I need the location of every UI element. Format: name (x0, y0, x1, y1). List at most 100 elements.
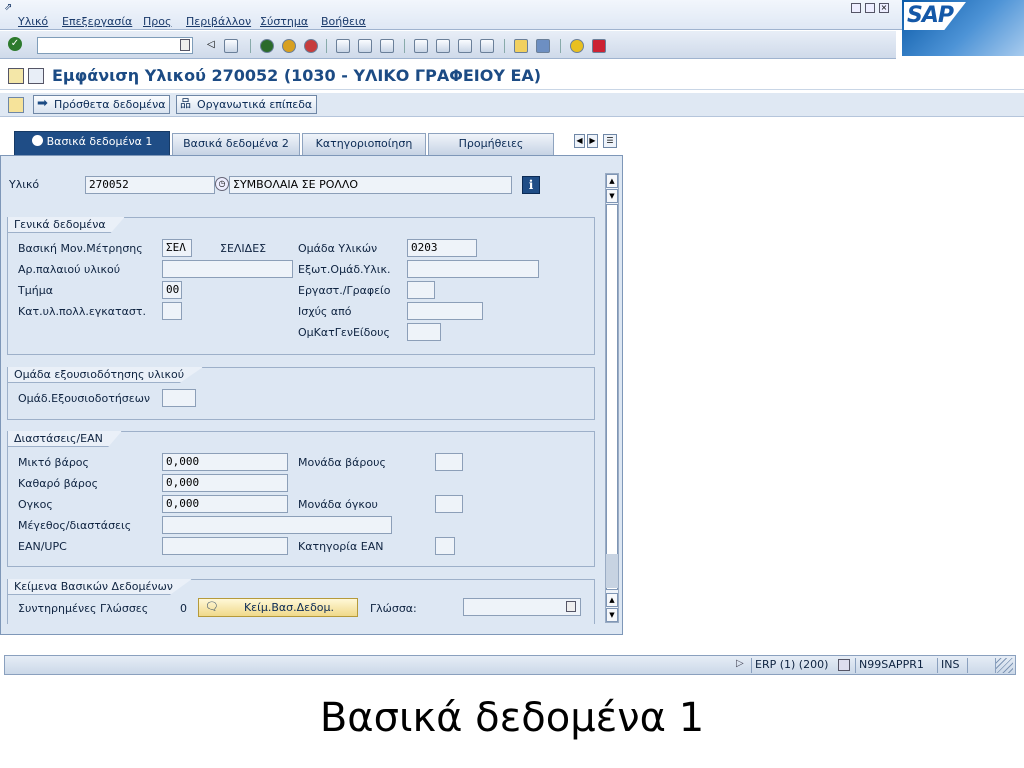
first-page-icon[interactable] (414, 39, 428, 53)
other-material-icon[interactable] (8, 68, 24, 84)
menu-bar: ⇗ Υλικό Επεξεργασία Προς Περιβάλλον Σύστ… (0, 0, 1024, 30)
find-next-icon[interactable] (380, 39, 394, 53)
org-levels-button[interactable]: 品 Οργανωτικά επίπεδα (176, 95, 318, 114)
net-weight-field[interactable]: 0,000 (162, 474, 288, 492)
resize-grip-icon[interactable] (995, 658, 1013, 673)
scroll-down-icon[interactable]: ▼ (606, 608, 618, 622)
menu-edit[interactable]: Επεξεργασία (62, 15, 132, 28)
find-icon[interactable] (358, 39, 372, 53)
tab-active-icon (31, 135, 43, 146)
material-label: Υλικό (9, 178, 40, 191)
vertical-scrollbar[interactable]: ▲ ▼ ▲ ▼ (605, 173, 619, 623)
status-expand-icon[interactable]: ▷ (736, 658, 744, 669)
volume-unit-field[interactable] (435, 495, 463, 513)
title-bar: Εμφάνιση Υλικού 270052 (1030 - ΥΛΙΚΟ ΓΡΑ… (0, 62, 1024, 90)
material-status-icon[interactable]: ◷ (215, 177, 229, 191)
valid-from-field[interactable] (407, 302, 483, 320)
net-weight-label: Καθαρό βάρος (18, 477, 99, 490)
base-uom-field[interactable]: ΣΕΛ (162, 239, 192, 257)
lab-office-field[interactable] (407, 281, 435, 299)
tab-classification[interactable]: Κατηγοριοποίηση (302, 133, 426, 155)
gross-weight-label: Μικτό βάρος (18, 456, 89, 469)
tab-purchasing[interactable]: Προμήθειες (428, 133, 554, 155)
material-number-field[interactable]: 270052 (85, 176, 215, 194)
more-data-label: Πρόσθετα δεδομένα (54, 98, 166, 111)
cancel-icon[interactable] (304, 39, 318, 53)
old-material-label: Αρ.παλαιού υλικού (18, 263, 121, 276)
sap-logo: SAP (902, 0, 1024, 56)
dropdown-icon[interactable] (566, 601, 576, 612)
slide-caption: Βασικά δεδομένα 1 (319, 695, 705, 741)
ean-upc-field[interactable] (162, 537, 288, 555)
auth-group-label: Ομάδ.Εξουσιοδοτήσεων (18, 392, 151, 405)
scroll-thumb[interactable] (606, 554, 618, 588)
menu-icon[interactable]: ⇗ (4, 2, 12, 13)
status-bar: ▷ ERP (1) (200) N99SAPPR1 INS (4, 655, 1016, 675)
material-description-field[interactable]: ΣΥΜΒΟΛΑΙΑ ΣΕ ΡΟΛΛΟ (229, 176, 512, 194)
old-material-field[interactable] (162, 260, 293, 278)
tab-panel: Υλικό 270052 ◷ ΣΥΜΒΟΛΑΙΑ ΣΕ ΡΟΛΛΟ i Γενι… (0, 155, 623, 635)
help-icon[interactable] (570, 39, 584, 53)
material-group-field[interactable]: 0203 (407, 239, 477, 257)
scroll-up-icon[interactable]: ▲ (606, 593, 618, 607)
minimize-icon[interactable] (851, 3, 861, 13)
menu-environment[interactable]: Περιβάλλον (186, 15, 251, 28)
ext-material-group-field[interactable] (407, 260, 539, 278)
select-views-icon[interactable] (8, 97, 24, 113)
org-levels-label: Οργανωτικά επίπεδα (197, 98, 313, 111)
x-plant-status-field[interactable] (162, 302, 182, 320)
tab-list-icon[interactable]: ☰ (603, 134, 617, 148)
close-icon[interactable]: × (879, 3, 889, 13)
layout-icon[interactable] (592, 39, 606, 53)
command-field[interactable] (37, 37, 193, 54)
toolbar-separator (404, 39, 405, 53)
exit-icon[interactable] (282, 39, 296, 53)
menu-goto[interactable]: Προς (143, 15, 171, 28)
menu-material[interactable]: Υλικό (18, 15, 48, 28)
check-icon[interactable]: ✓ (8, 37, 22, 51)
print-icon[interactable] (336, 39, 350, 53)
save-icon[interactable] (224, 39, 238, 53)
gen-item-category-field[interactable] (407, 323, 441, 341)
toolbar-separator (504, 39, 505, 53)
basic-data-text-button[interactable]: 🗨 Κείμ.Βασ.Δεδομ. (198, 598, 358, 617)
group-title: Κείμενα Βασικών Δεδομένων (8, 579, 192, 595)
menu-system[interactable]: Σύστημα (260, 15, 308, 28)
tab-basic-data-2[interactable]: Βασικά δεδομένα 2 (172, 133, 300, 155)
more-data-button[interactable]: ➡ Πρόσθετα δεδομένα (33, 95, 171, 114)
group-title: Γενικά δεδομένα (8, 217, 125, 233)
tab-strip: Βασικά δεδομένα 1 Βασικά δεδομένα 2 Κατη… (0, 131, 622, 155)
system-list-icon[interactable] (838, 659, 850, 671)
prev-page-icon[interactable] (436, 39, 450, 53)
new-session-icon[interactable] (514, 39, 528, 53)
division-field[interactable]: 00 (162, 281, 182, 299)
basic-data-texts-group: Κείμενα Βασικών Δεδομένων Συντηρημένες Γ… (7, 579, 595, 624)
weight-unit-field[interactable] (435, 453, 463, 471)
info-icon[interactable]: i (522, 176, 540, 194)
ean-category-field[interactable] (435, 537, 455, 555)
tab-prev-icon[interactable]: ◀ (574, 134, 585, 148)
maximize-icon[interactable] (865, 3, 875, 13)
last-page-icon[interactable] (480, 39, 494, 53)
tab-next-icon[interactable]: ▶ (587, 134, 598, 148)
tab-label: Προμήθειες (458, 137, 524, 150)
shortcut-icon[interactable] (536, 39, 550, 53)
gross-weight-field[interactable]: 0,000 (162, 453, 288, 471)
volume-field[interactable]: 0,000 (162, 495, 288, 513)
back-icon[interactable] (260, 39, 274, 53)
dimensions-ean-group: Διαστάσεις/EAN Μικτό βάρος 0,000 Μονάδα … (7, 431, 595, 567)
auth-group-field[interactable] (162, 389, 196, 407)
back-arrow-icon[interactable]: ◁ (207, 39, 215, 50)
scroll-down-icon[interactable]: ▼ (606, 189, 618, 203)
menu-help[interactable]: Βοήθεια (321, 15, 366, 28)
valid-from-label: Ισχύς από (298, 305, 352, 318)
size-dimensions-field[interactable] (162, 516, 392, 534)
display-icon[interactable] (28, 68, 44, 84)
scroll-track[interactable] (606, 204, 618, 590)
next-page-icon[interactable] (458, 39, 472, 53)
status-empty-cell (967, 658, 991, 673)
language-dropdown[interactable] (463, 598, 581, 616)
history-icon[interactable] (180, 39, 190, 51)
scroll-up-icon[interactable]: ▲ (606, 174, 618, 188)
tab-basic-data-1[interactable]: Βασικά δεδομένα 1 (14, 131, 170, 155)
